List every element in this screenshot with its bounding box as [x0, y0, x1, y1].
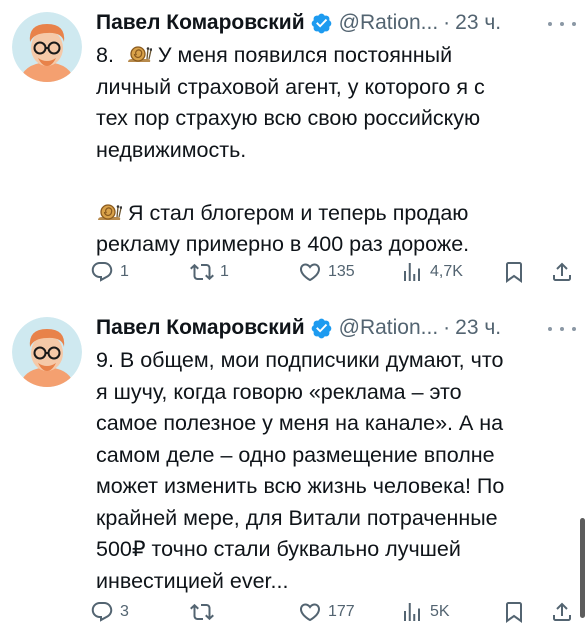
tweet-line: самом деле – одно размещение вполне: [96, 442, 495, 467]
author-name[interactable]: Павел Комаровский: [96, 316, 305, 340]
bookmark-button[interactable]: [502, 597, 526, 627]
scrollbar[interactable]: [580, 518, 585, 618]
heart-icon: [299, 603, 321, 622]
views-icon: [404, 263, 420, 281]
reply-icon: [91, 602, 113, 622]
reply-button[interactable]: 1: [90, 257, 129, 287]
tweet-line: может изменить всю жизнь человека! По: [96, 474, 505, 498]
like-button[interactable]: 135: [298, 257, 355, 287]
like-count: 177: [328, 603, 355, 620]
retweet-icon: [190, 603, 214, 621]
tweet-line: недвижимость.: [96, 137, 247, 162]
tweet-actions: 3 177 5K: [90, 597, 580, 627]
reply-count: 3: [120, 603, 129, 620]
reply-button[interactable]: 3: [90, 597, 129, 627]
timestamp[interactable]: 23 ч.: [455, 316, 501, 340]
retweet-icon: [190, 263, 214, 281]
share-icon: [553, 262, 571, 281]
tweet-1[interactable]: Павел Комаровский @Ration... · 23 ч. 8. …: [0, 0, 588, 305]
retweet-count: 1: [220, 263, 229, 280]
reply-icon: [91, 262, 113, 282]
like-button[interactable]: 177: [298, 597, 355, 627]
more-options-icon[interactable]: [548, 319, 576, 339]
separator-dot: ·: [443, 316, 451, 339]
retweet-button[interactable]: 1: [190, 257, 229, 287]
views-count: 5K: [430, 603, 450, 620]
tweet-text: 8. У меня появился постоянный личный стр…: [96, 40, 566, 261]
bookmark-button[interactable]: [502, 257, 526, 287]
views-button[interactable]: 4,7K: [400, 257, 463, 287]
share-button[interactable]: [550, 257, 574, 287]
author-name[interactable]: Павел Комаровский: [96, 11, 305, 35]
tweet-line: крайней мере, для Витали потраченные: [96, 505, 498, 530]
tweet-line: тех пор страхую всю свою российскую: [96, 106, 481, 130]
tweet-line: 9. В общем, мои подписчики думают, что: [96, 348, 504, 372]
retweet-button[interactable]: [190, 597, 220, 627]
share-button[interactable]: [550, 597, 574, 627]
tweet-line: самое полезное у меня на канале». А на: [96, 411, 504, 435]
tweet-line: 500₽ точно стали буквально лучшей: [96, 537, 461, 561]
tweet-line: инвестицией ever...: [96, 568, 289, 593]
tweet-text: 9. В общем, мои подписчики думают, что я…: [96, 345, 566, 597]
heart-icon: [299, 263, 321, 282]
more-options-icon[interactable]: [548, 14, 576, 34]
tweet-header: Павел Комаровский @Ration... · 23 ч.: [96, 6, 501, 40]
share-icon: [553, 602, 571, 621]
views-button[interactable]: 5K: [400, 597, 450, 627]
author-avatar[interactable]: [12, 12, 82, 82]
bookmark-icon: [506, 262, 522, 283]
verified-badge-icon: [310, 317, 333, 340]
tweet-2[interactable]: Павел Комаровский @Ration... · 23 ч. 9. …: [0, 305, 588, 632]
timestamp[interactable]: 23 ч.: [455, 11, 501, 35]
tweet-actions: 1 1 135 4,7K: [90, 257, 580, 287]
views-icon: [404, 603, 420, 621]
bookmark-icon: [506, 602, 522, 623]
views-count: 4,7K: [430, 263, 463, 280]
like-count: 135: [328, 263, 355, 280]
author-handle[interactable]: @Ration...: [339, 11, 439, 35]
tweet-line: Я стал блогером и теперь продаю: [96, 198, 566, 230]
snail-emoji-icon: [96, 201, 122, 223]
snail-emoji-icon: [126, 43, 152, 65]
tweet-header: Павел Комаровский @Ration... · 23 ч.: [96, 311, 501, 345]
tweet-line: личный страховой агент, у которого я с: [96, 74, 485, 99]
separator-dot: ·: [443, 11, 451, 34]
reply-count: 1: [120, 263, 129, 280]
tweet-line: рекламу примерно в 400 раз дороже.: [96, 232, 470, 256]
tweet-line: я шучу, когда говорю «реклама – это: [96, 379, 462, 404]
author-handle[interactable]: @Ration...: [339, 316, 439, 340]
tweet-line: 8. У меня появился постоянный: [96, 43, 453, 67]
verified-badge-icon: [310, 12, 333, 35]
author-avatar[interactable]: [12, 317, 82, 387]
